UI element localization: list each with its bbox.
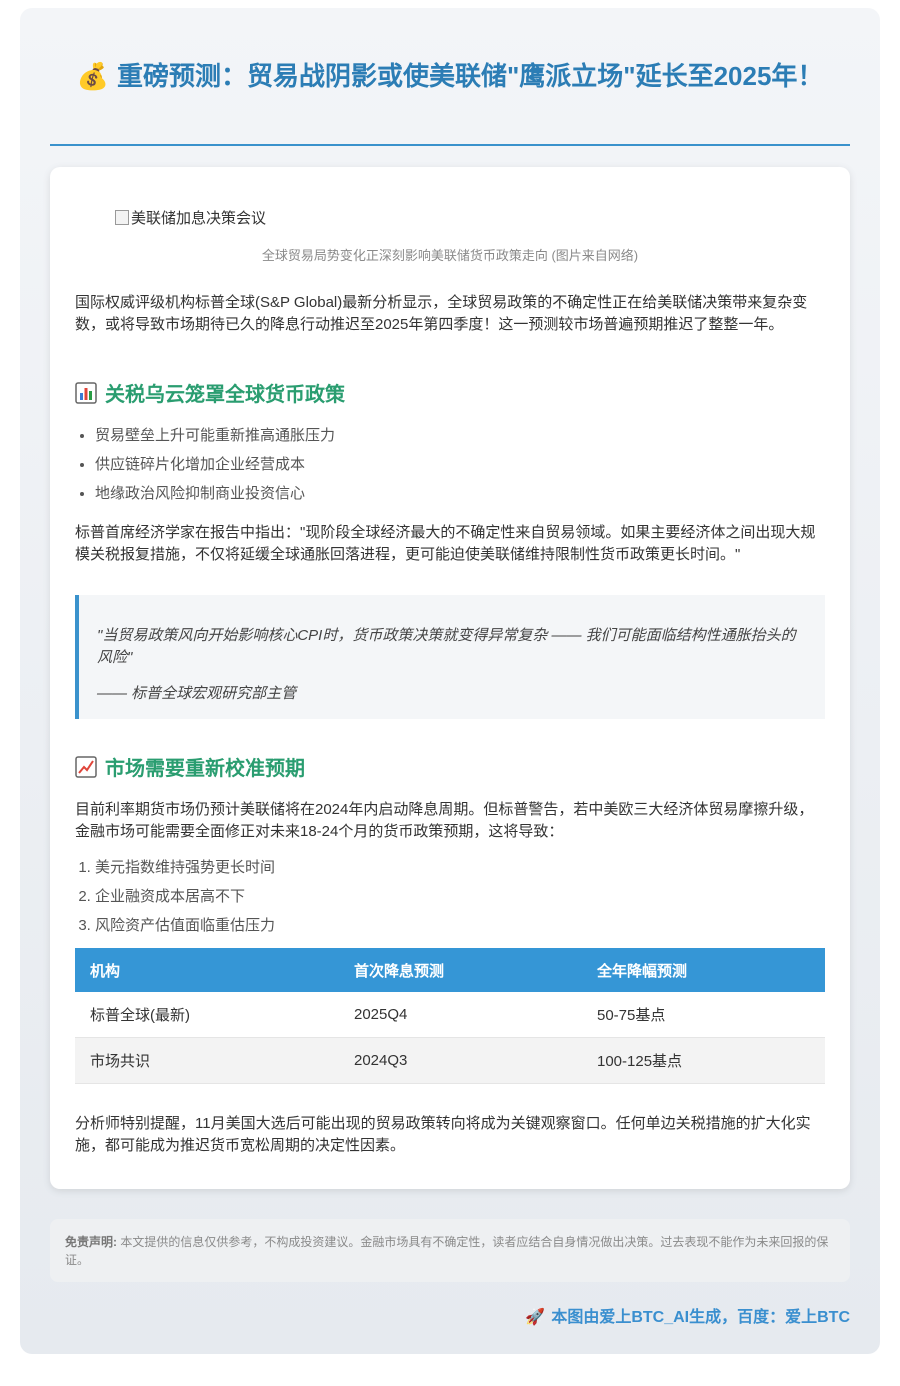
table-cell: 市场共识 (75, 1037, 339, 1084)
forecast-table: 机构 首次降息预测 全年降幅预测 标普全球(最新) 2025Q4 50-75基点… (75, 948, 825, 1084)
column-header: 全年降幅预测 (582, 948, 825, 992)
column-header: 首次降息预测 (339, 948, 582, 992)
column-header: 机构 (75, 948, 339, 992)
section1-bullet-list: 贸易壁垒上升可能重新推高通胀压力 供应链碎片化增加企业经营成本 地缘政治风险抑制… (75, 421, 845, 508)
pull-quote: "当贸易政策风向开始影响核心CPI时，货币政策决策就变得异常复杂 —— 我们可能… (75, 595, 825, 719)
money-bag-icon: 💰 (76, 61, 109, 91)
intro-paragraph: 国际权威评级机构标普全球(S&P Global)最新分析显示，全球贸易政策的不确… (75, 294, 808, 333)
disclaimer-label: 免责声明: (65, 1235, 117, 1249)
broken-image-icon (115, 210, 129, 225)
page-frame: 💰 重磅预测：贸易战阴影或使美联储"鹰派立场"延长至2025年！ 美联储加息决策会… (20, 8, 880, 1354)
section2-heading-text: 市场需要重新校准预期 (105, 758, 305, 780)
image-caption: 全球贸易局势变化正深刻影响美联储货币政策走向 (图片来自网络) (261, 248, 639, 263)
footer-credit: 🚀 本图由爱上BTC_AI生成，百度：爱上BTC (525, 1303, 850, 1327)
section1-heading: 关税乌云笼罩全球货币政策 (75, 382, 345, 408)
table-cell: 2025Q4 (339, 992, 582, 1038)
disclaimer-text: 本文提供的信息仅供参考，不构成投资建议。金融市场具有不确定性，读者应结合自身情况… (65, 1235, 829, 1267)
trend-up-icon (75, 756, 97, 778)
table-cell: 2024Q3 (339, 1037, 582, 1084)
rocket-icon: 🚀 (525, 1309, 546, 1326)
list-item: 企业融资成本居高不下 (95, 882, 845, 911)
section1-heading-text: 关税乌云笼罩全球货币政策 (105, 384, 345, 406)
article-card: 美联储加息决策会议 全球贸易局势变化正深刻影响美联储货币政策走向 (图片来自网络… (50, 167, 850, 1189)
list-item: 贸易壁垒上升可能重新推高通胀压力 (95, 421, 845, 450)
quote-source: —— 标普全球宏观研究部主管 (97, 685, 297, 702)
list-item: 风险资产估值面临重估压力 (95, 911, 845, 940)
table-cell: 100-125基点 (582, 1037, 825, 1084)
list-item: 地缘政治风险抑制商业投资信心 (95, 479, 845, 508)
image-alt-text: 美联储加息决策会议 (131, 210, 267, 227)
list-item: 供应链碎片化增加企业经营成本 (95, 450, 845, 479)
section2-numbered-list: 美元指数维持强势更长时间 企业融资成本居高不下 风险资产估值面临重估压力 (75, 853, 845, 940)
page-title: 💰 重磅预测：贸易战阴影或使美联储"鹰派立场"延长至2025年！ (50, 58, 850, 94)
table-row: 市场共识 2024Q3 100-125基点 (75, 1037, 825, 1084)
section2-heading: 市场需要重新校准预期 (75, 756, 305, 782)
table-cell: 标普全球(最新) (75, 992, 339, 1038)
table-cell: 50-75基点 (582, 992, 825, 1038)
section1-paragraph: 标普首席经济学家在报告中指出："现阶段全球经济最大的不确定性来自贸易领域。如果主… (75, 524, 816, 563)
page-title-text: 重磅预测：贸易战阴影或使美联储"鹰派立场"延长至2025年！ (116, 61, 824, 91)
quote-text: "当贸易政策风向开始影响核心CPI时，货币政策决策就变得异常复杂 —— 我们可能… (97, 627, 796, 666)
list-item: 美元指数维持强势更长时间 (95, 853, 845, 882)
footer-text: 本图由爱上BTC_AI生成，百度：爱上BTC (551, 1309, 850, 1326)
section2-paragraph: 目前利率期货市场仍预计美联储将在2024年内启动降息周期。但标普警告，若中美欧三… (75, 801, 814, 840)
title-divider (50, 144, 850, 146)
table-header-row: 机构 首次降息预测 全年降幅预测 (75, 948, 825, 992)
page-title-block: 💰 重磅预测：贸易战阴影或使美联储"鹰派立场"延长至2025年！ (50, 58, 850, 94)
bar-chart-icon (75, 382, 97, 404)
table-row: 标普全球(最新) 2025Q4 50-75基点 (75, 992, 825, 1038)
closing-paragraph: 分析师特别提醒，11月美国大选后可能出现的贸易政策转向将成为关键观察窗口。任何单… (75, 1115, 811, 1154)
article-image: 美联储加息决策会议 (115, 207, 266, 228)
disclaimer-box: 免责声明: 本文提供的信息仅供参考，不构成投资建议。金融市场具有不确定性，读者应… (50, 1219, 850, 1282)
